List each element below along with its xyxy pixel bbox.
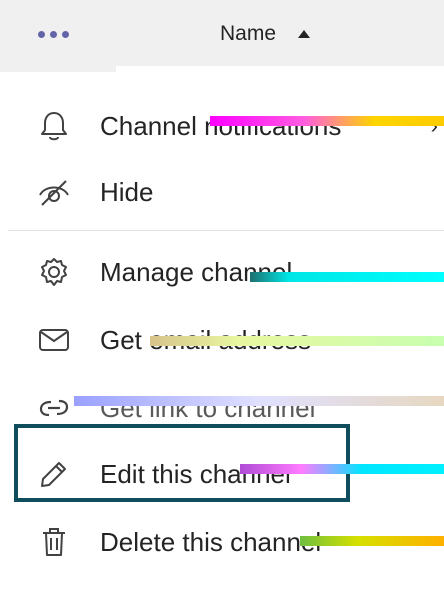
keyboard-focus-outline: [14, 424, 350, 502]
artifact-stripe: [210, 116, 444, 126]
menu-item-label: Delete this channel: [100, 526, 322, 557]
sort-ascending-icon: [298, 30, 311, 38]
artifact-stripe: [74, 396, 444, 406]
menu-item-hide[interactable]: Hide: [8, 158, 444, 226]
menu-item-label: Hide: [100, 176, 154, 207]
more-options-icon[interactable]: [38, 28, 74, 40]
menu-item-channel-notifications[interactable]: Channel notifications ›: [8, 92, 444, 160]
menu-divider: [8, 230, 444, 231]
link-icon: [36, 390, 72, 426]
mail-icon: [36, 322, 72, 358]
eye-off-icon: [36, 174, 72, 210]
artifact-stripe: [240, 464, 444, 474]
name-column-header[interactable]: Name: [220, 22, 311, 46]
channel-context-menu: Channel notifications › Hide Manage chan…: [8, 72, 444, 592]
artifact-stripe: [150, 336, 444, 346]
list-header: Name: [0, 0, 444, 66]
column-label: Name: [220, 22, 277, 45]
trash-icon: [36, 524, 72, 560]
artifact-stripe: [250, 272, 444, 282]
gear-icon: [36, 254, 72, 290]
artifact-stripe: [300, 536, 444, 546]
bell-icon: [36, 108, 72, 144]
